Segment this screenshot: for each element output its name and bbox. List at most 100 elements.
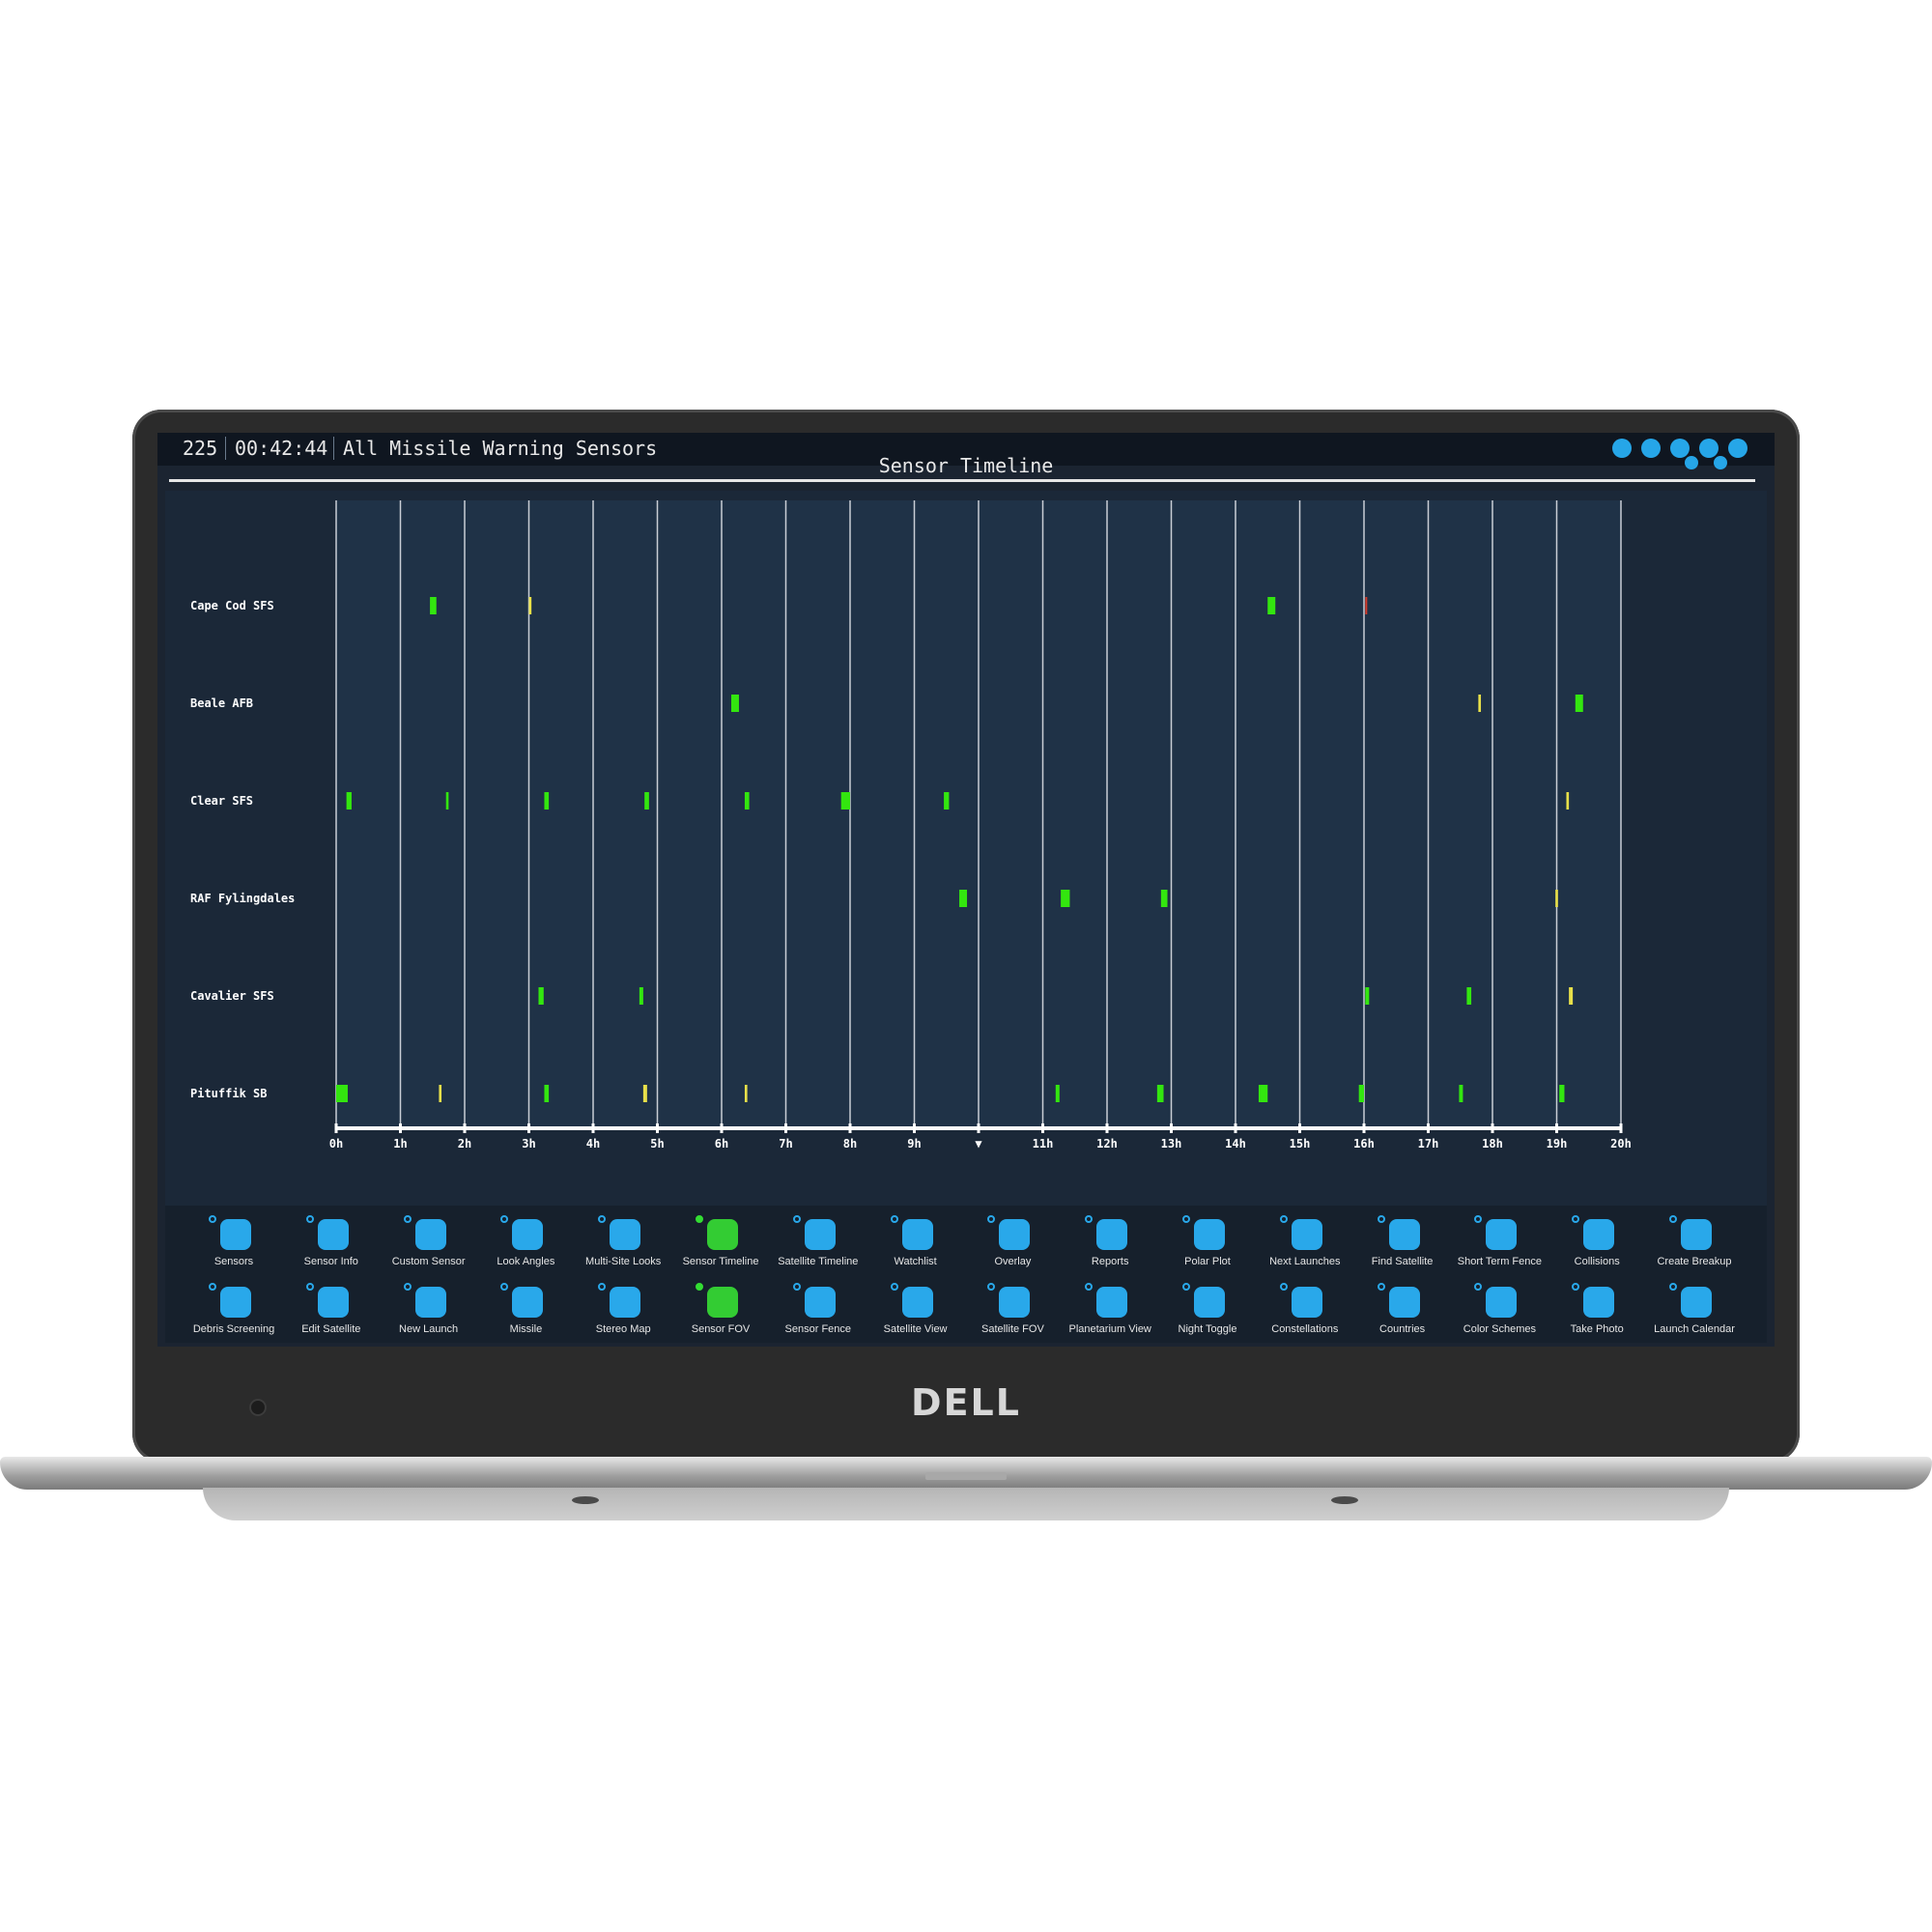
x-tick-label: 15h bbox=[1290, 1137, 1311, 1151]
page-title: Sensor Timeline bbox=[878, 454, 1054, 477]
status-dot bbox=[1474, 1283, 1483, 1291]
list-icon bbox=[610, 1219, 641, 1250]
bottom-menu: Sensors Sensor Info Custom Sensor Look Angl… bbox=[165, 1206, 1767, 1343]
x-tick-label: 0h bbox=[329, 1137, 343, 1151]
satellite-timeline-icon bbox=[804, 1219, 836, 1250]
menu-button-collisions[interactable]: Collisions bbox=[1548, 1209, 1645, 1277]
x-tick-label: 17h bbox=[1418, 1137, 1439, 1151]
menu-button-sensor-timeline[interactable]: Sensor Timeline bbox=[672, 1209, 769, 1277]
sensor-label: Cavalier SFS bbox=[190, 989, 274, 1003]
menu-button-polar-plot[interactable]: Polar Plot bbox=[1159, 1209, 1256, 1277]
status-dot bbox=[987, 1215, 996, 1223]
menu-button-take-photo[interactable]: Take Photo bbox=[1548, 1277, 1645, 1345]
x-tick-label: 11h bbox=[1033, 1137, 1054, 1151]
menu-button-launch-calendar[interactable]: Launch Calendar bbox=[1646, 1277, 1743, 1345]
menu-button-planetarium-view[interactable]: Planetarium View bbox=[1062, 1277, 1158, 1345]
hour-lane bbox=[1428, 500, 1492, 1128]
wrench-icon bbox=[414, 1219, 446, 1250]
flag-icon bbox=[1388, 1287, 1420, 1318]
menu-button-look-angles[interactable]: Look Angles bbox=[477, 1209, 574, 1277]
status-dot bbox=[403, 1215, 412, 1223]
menu-button-night-toggle[interactable]: Night Toggle bbox=[1159, 1277, 1256, 1345]
pass-bar bbox=[1559, 1085, 1565, 1102]
menu-button-label: Color Schemes bbox=[1463, 1323, 1536, 1335]
menu-button-label: Polar Plot bbox=[1184, 1256, 1231, 1267]
hour-lane bbox=[336, 500, 401, 1128]
status-dot bbox=[1474, 1215, 1483, 1223]
status-dot bbox=[1377, 1215, 1385, 1223]
pass-bar bbox=[528, 597, 532, 614]
contrast-icon bbox=[1194, 1287, 1225, 1318]
x-tick-label: 4h bbox=[586, 1137, 600, 1151]
menu-button-satellite-fov[interactable]: Satellite FOV bbox=[964, 1277, 1061, 1345]
menu-button-constellations[interactable]: Constellations bbox=[1257, 1277, 1353, 1345]
sensor-label: RAF Fylingdales bbox=[190, 892, 295, 905]
menu-button-countries[interactable]: Countries bbox=[1354, 1277, 1451, 1345]
home-icon bbox=[1096, 1287, 1128, 1318]
x-tick-label: 19h bbox=[1547, 1137, 1568, 1151]
pass-bar bbox=[1365, 597, 1368, 614]
menu-button-watchlist[interactable]: Watchlist bbox=[867, 1209, 964, 1277]
status-dot bbox=[1572, 1215, 1580, 1223]
menu-button-label: Planetarium View bbox=[1068, 1323, 1151, 1335]
menu-button-edit-satellite[interactable]: Edit Satellite bbox=[283, 1277, 380, 1345]
menu-button-sensor-fov[interactable]: Sensor FOV bbox=[672, 1277, 769, 1345]
status-dot bbox=[305, 1215, 314, 1223]
menu-button-label: Watchlist bbox=[894, 1256, 937, 1267]
menu-button-multi-site-looks[interactable]: Multi-Site Looks bbox=[575, 1209, 671, 1277]
pass-bar bbox=[430, 597, 437, 614]
status-dot bbox=[792, 1283, 801, 1291]
pass-bar bbox=[1459, 1085, 1463, 1102]
palette-icon bbox=[1486, 1287, 1518, 1318]
menu-button-sensors[interactable]: Sensors bbox=[185, 1209, 282, 1277]
menu-button-label: Night Toggle bbox=[1178, 1323, 1237, 1335]
menu-button-label: New Launch bbox=[399, 1323, 459, 1335]
breakup-icon bbox=[1681, 1219, 1712, 1250]
status-dot bbox=[696, 1283, 703, 1291]
menu-button-stereo-map[interactable]: Stereo Map bbox=[575, 1277, 671, 1345]
menu-button-debris-screening[interactable]: Debris Screening bbox=[185, 1277, 282, 1345]
menu-button-color-schemes[interactable]: Color Schemes bbox=[1451, 1277, 1548, 1345]
hour-lane bbox=[1236, 500, 1300, 1128]
menu-button-label: Satellite Timeline bbox=[778, 1256, 859, 1267]
collision-icon bbox=[1583, 1219, 1615, 1250]
document-icon bbox=[1096, 1219, 1128, 1250]
menu-button-satellite-view[interactable]: Satellite View bbox=[867, 1277, 964, 1345]
pass-bar bbox=[346, 792, 352, 810]
menu-button-label: Countries bbox=[1379, 1323, 1426, 1335]
menu-button-create-breakup[interactable]: Create Breakup bbox=[1646, 1209, 1743, 1277]
sensor-fence-icon bbox=[804, 1287, 836, 1318]
hour-lane bbox=[1042, 500, 1107, 1128]
status-dot bbox=[403, 1283, 412, 1291]
menu-button-reports[interactable]: Reports bbox=[1062, 1209, 1158, 1277]
x-tick-label: 7h bbox=[779, 1137, 792, 1151]
hour-lane bbox=[528, 500, 593, 1128]
x-tick-label: 8h bbox=[843, 1137, 857, 1151]
sensor-label: Pituffik SB bbox=[190, 1087, 267, 1100]
pass-bar bbox=[1575, 695, 1583, 712]
menu-button-new-launch[interactable]: New Launch bbox=[381, 1277, 477, 1345]
menu-button-find-satellite[interactable]: Find Satellite bbox=[1354, 1209, 1451, 1277]
menu-button-label: Find Satellite bbox=[1371, 1256, 1434, 1267]
menu-button-sensor-fence[interactable]: Sensor Fence bbox=[770, 1277, 867, 1345]
menu-button-sensor-info[interactable]: Sensor Info bbox=[283, 1209, 380, 1277]
menu-button-custom-sensor[interactable]: Custom Sensor bbox=[381, 1209, 477, 1277]
menu-button-satellite-timeline[interactable]: Satellite Timeline bbox=[770, 1209, 867, 1277]
status-dot bbox=[598, 1283, 607, 1291]
menu-button-overlay[interactable]: Overlay bbox=[964, 1209, 1061, 1277]
menu-button-missile[interactable]: Missile bbox=[477, 1277, 574, 1345]
status-dot bbox=[1085, 1283, 1094, 1291]
menu-button-next-launches[interactable]: Next Launches bbox=[1257, 1209, 1353, 1277]
sensor-label: Clear SFS bbox=[190, 794, 253, 808]
laptop-hinge-notch bbox=[925, 1472, 1007, 1480]
menu-button-short-term-fence[interactable]: Short Term Fence bbox=[1451, 1209, 1548, 1277]
pass-bar bbox=[1061, 890, 1070, 907]
x-tick-label: 9h bbox=[907, 1137, 921, 1151]
x-tick-label: 6h bbox=[715, 1137, 728, 1151]
info-icon bbox=[317, 1219, 349, 1250]
x-tick-label: 3h bbox=[522, 1137, 535, 1151]
menu-button-label: Satellite FOV bbox=[980, 1323, 1044, 1335]
hour-lane bbox=[979, 500, 1043, 1128]
pass-bar bbox=[445, 792, 449, 810]
menu-button-label: Launch Calendar bbox=[1654, 1323, 1735, 1335]
